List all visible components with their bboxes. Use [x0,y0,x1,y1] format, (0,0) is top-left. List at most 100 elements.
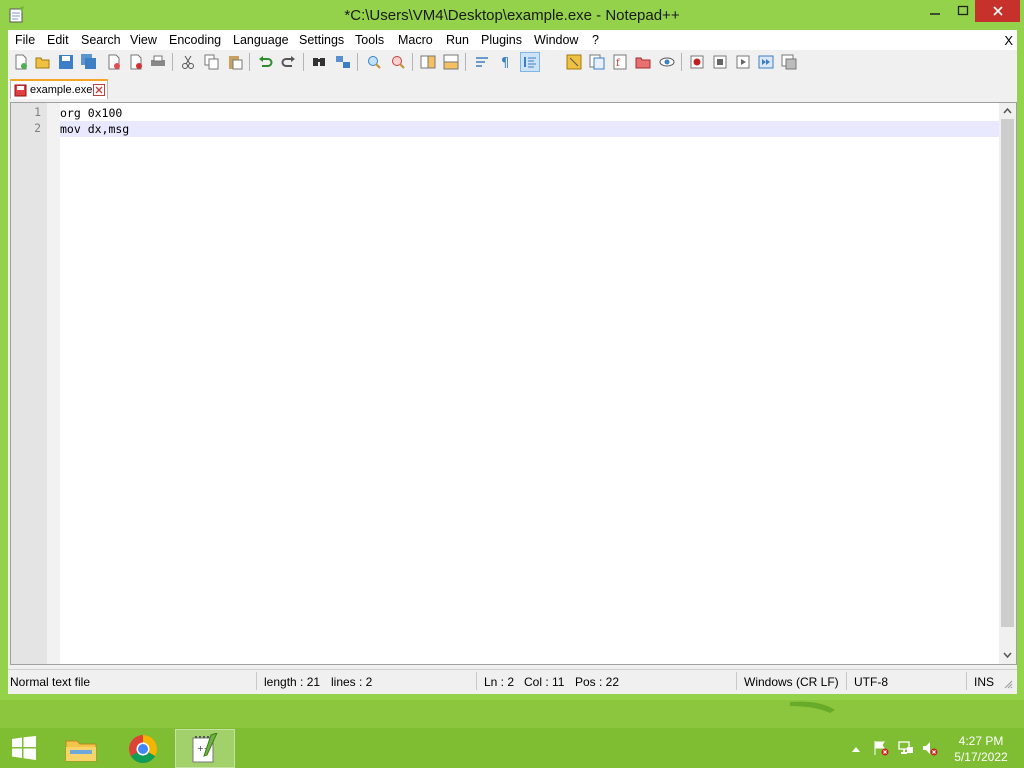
menu-plugins[interactable]: Plugins [481,33,522,47]
status-divider [736,672,737,690]
find-icon[interactable] [310,53,328,71]
toolbar-separator [681,53,682,71]
file-explorer-icon[interactable] [52,730,110,767]
minimize-button[interactable] [920,0,950,22]
toolbar-separator [465,53,466,71]
show-all-characters-icon[interactable]: ¶ [496,53,514,71]
fold-margin[interactable] [47,103,60,664]
notepad-plus-plus-window: *C:\Users\VM4\Desktop\example.exe - Note… [0,0,1024,700]
menu-edit[interactable]: Edit [47,33,69,47]
zoom-in-icon[interactable] [365,53,383,71]
sync-horizontal-icon[interactable] [442,53,460,71]
menu-view[interactable]: View [130,33,157,47]
menu-bar: File Edit Search View Encoding Language … [8,30,1017,50]
window-client-area: File Edit Search View Encoding Language … [8,30,1017,694]
undo-icon[interactable] [256,53,274,71]
print-icon[interactable] [149,53,167,71]
status-ln: Ln : 2 [484,675,515,689]
function-list-icon[interactable]: f [611,53,629,71]
paste-icon[interactable] [226,53,244,71]
monitoring-icon[interactable] [658,53,676,71]
clock-date: 5/17/2022 [954,750,1008,764]
code-line-current[interactable]: mov dx,msg [60,121,999,137]
menu-tools[interactable]: Tools [355,33,384,47]
toolbar-separator [357,53,358,71]
tab-example-exe[interactable]: example.exe [10,79,108,99]
toolbar: ¶ f [8,50,1017,74]
volume-muted-icon[interactable] [922,740,938,759]
status-length: length : 21 [264,675,321,689]
scroll-down-icon[interactable] [999,647,1016,663]
menu-search[interactable]: Search [81,33,121,47]
status-divider [476,672,477,690]
toolbar-separator [249,53,250,71]
document-map-icon[interactable] [588,53,606,71]
record-macro-icon[interactable] [688,53,706,71]
status-eol[interactable]: Windows (CR LF) [744,675,839,689]
copy-icon[interactable] [203,53,221,71]
close-all-icon[interactable] [127,53,145,71]
status-pos: Pos : 22 [575,675,620,689]
menu-window[interactable]: Window [534,33,578,47]
toolbar-separator [412,53,413,71]
indent-guide-icon[interactable] [520,52,540,72]
windows-start-icon[interactable] [0,728,48,768]
show-hidden-icons-chevron[interactable] [851,742,861,756]
notepad-plus-plus-icon[interactable]: ++ [175,729,235,768]
replace-icon[interactable] [334,53,352,71]
wallpaper-detail [790,701,835,713]
menu-help[interactable]: ? [592,33,599,47]
status-bar: Normal text file length : 21 lines : 2 L… [8,669,1017,692]
menu-encoding[interactable]: Encoding [169,33,221,47]
toolbar-separator [303,53,304,71]
menu-settings[interactable]: Settings [299,33,344,47]
status-file-type: Normal text file [10,675,91,689]
action-center-icon[interactable] [873,740,889,759]
folder-as-workspace-icon[interactable] [634,53,652,71]
redo-icon[interactable] [280,53,298,71]
tab-label: example.exe [30,84,93,96]
play-macro-icon[interactable] [734,53,752,71]
save-macro-icon[interactable] [780,53,798,71]
menu-run[interactable]: Run [446,33,469,47]
close-window-button[interactable] [975,0,1020,22]
resize-grip-icon[interactable] [1003,678,1013,692]
line-number: 2 [34,121,41,135]
close-icon[interactable] [105,53,123,71]
document-tab-bar: example.exe [8,74,1017,100]
zoom-out-icon[interactable] [389,53,407,71]
vertical-scrollbar[interactable] [999,103,1016,664]
save-all-icon[interactable] [80,53,98,71]
menu-file[interactable]: File [15,33,35,47]
network-icon[interactable] [898,740,914,759]
chrome-icon[interactable] [114,730,172,767]
svg-text:¶: ¶ [501,56,509,70]
clock-time: 4:27 PM [958,734,1004,748]
stop-macro-icon[interactable] [711,53,729,71]
code-line[interactable]: org 0x100 [60,105,999,121]
menu-macro[interactable]: Macro [398,33,433,47]
text-editor[interactable]: 1 2 org 0x100 mov dx,msg [10,102,1017,665]
system-clock[interactable]: 4:27 PM 5/17/2022 [948,733,1014,765]
open-file-icon[interactable] [34,53,52,71]
maximize-button[interactable] [948,0,978,22]
status-insert-mode[interactable]: INS [974,675,994,689]
menu-language[interactable]: Language [233,33,289,47]
status-encoding[interactable]: UTF-8 [854,675,888,689]
save-icon[interactable] [57,53,75,71]
tab-close-icon[interactable] [93,84,105,99]
scrollbar-thumb[interactable] [1001,119,1014,627]
scroll-up-icon[interactable] [999,103,1016,119]
cut-icon[interactable] [179,53,197,71]
word-wrap-icon[interactable] [473,53,491,71]
line-number: 1 [34,105,41,119]
close-document-button[interactable]: X [1004,33,1013,48]
new-file-icon[interactable] [12,53,30,71]
unsaved-file-icon [14,84,27,100]
window-title: *C:\Users\VM4\Desktop\example.exe - Note… [344,7,680,24]
title-bar[interactable]: *C:\Users\VM4\Desktop\example.exe - Note… [0,0,1024,30]
user-defined-language-icon[interactable] [565,53,583,71]
sync-vertical-icon[interactable] [419,53,437,71]
run-macro-multiple-icon[interactable] [757,53,775,71]
status-divider [256,672,257,690]
